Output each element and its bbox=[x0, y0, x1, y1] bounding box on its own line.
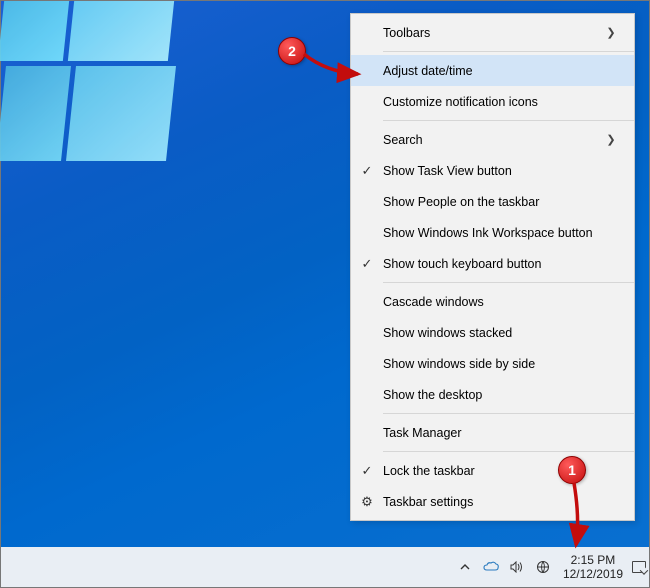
menu-item-toolbars[interactable]: Toolbars❯ bbox=[351, 17, 634, 48]
system-tray[interactable] bbox=[451, 547, 557, 587]
menu-item-label: Show windows stacked bbox=[383, 326, 620, 340]
annotation-badge-2: 2 bbox=[278, 37, 306, 65]
menu-item-label: Search bbox=[383, 133, 602, 147]
taskbar-date: 12/12/2019 bbox=[563, 567, 623, 581]
menu-item-label: Adjust date/time bbox=[383, 64, 620, 78]
menu-item-cascade-windows[interactable]: Cascade windows bbox=[351, 286, 634, 317]
menu-item-show-touch-keyboard-button[interactable]: ✓Show touch keyboard button bbox=[351, 248, 634, 279]
network-icon[interactable] bbox=[535, 559, 551, 575]
menu-item-label: Toolbars bbox=[383, 26, 602, 40]
menu-item-label: Taskbar settings bbox=[383, 495, 620, 509]
onedrive-icon[interactable] bbox=[483, 559, 499, 575]
check-icon: ✓ bbox=[351, 256, 383, 272]
menu-item-label: Task Manager bbox=[383, 426, 620, 440]
taskbar-context-menu: Toolbars❯Adjust date/timeCustomize notif… bbox=[350, 13, 635, 521]
action-center-icon[interactable] bbox=[629, 547, 649, 587]
menu-item-task-manager[interactable]: Task Manager bbox=[351, 417, 634, 448]
menu-item-show-windows-stacked[interactable]: Show windows stacked bbox=[351, 317, 634, 348]
annotation-badge-1: 1 bbox=[558, 456, 586, 484]
taskbar-time: 2:15 PM bbox=[571, 553, 616, 567]
menu-item-label: Show the desktop bbox=[383, 388, 620, 402]
taskbar-clock[interactable]: 2:15 PM 12/12/2019 bbox=[557, 553, 629, 581]
gear-icon: ⚙ bbox=[351, 494, 383, 510]
menu-item-taskbar-settings[interactable]: ⚙Taskbar settings bbox=[351, 486, 634, 517]
menu-item-show-windows-side-by-side[interactable]: Show windows side by side bbox=[351, 348, 634, 379]
windows-logo bbox=[1, 1, 191, 166]
menu-separator bbox=[383, 282, 634, 283]
chevron-right-icon: ❯ bbox=[602, 133, 620, 146]
menu-item-label: Show Task View button bbox=[383, 164, 620, 178]
menu-separator bbox=[383, 120, 634, 121]
menu-item-show-windows-ink-workspace-button[interactable]: Show Windows Ink Workspace button bbox=[351, 217, 634, 248]
menu-item-lock-the-taskbar[interactable]: ✓Lock the taskbar bbox=[351, 455, 634, 486]
menu-item-label: Show windows side by side bbox=[383, 357, 620, 371]
volume-icon[interactable] bbox=[509, 559, 525, 575]
check-icon: ✓ bbox=[351, 163, 383, 179]
menu-item-show-the-desktop[interactable]: Show the desktop bbox=[351, 379, 634, 410]
menu-separator bbox=[383, 451, 634, 452]
menu-item-label: Show touch keyboard button bbox=[383, 257, 620, 271]
menu-item-customize-notification-icons[interactable]: Customize notification icons bbox=[351, 86, 634, 117]
check-icon: ✓ bbox=[351, 463, 383, 479]
menu-item-label: Show People on the taskbar bbox=[383, 195, 620, 209]
menu-separator bbox=[383, 51, 634, 52]
tray-chevron-up-icon[interactable] bbox=[457, 559, 473, 575]
chevron-right-icon: ❯ bbox=[602, 26, 620, 39]
menu-item-label: Customize notification icons bbox=[383, 95, 620, 109]
menu-item-adjust-date-time[interactable]: Adjust date/time bbox=[351, 55, 634, 86]
taskbar[interactable]: 2:15 PM 12/12/2019 bbox=[1, 547, 649, 587]
menu-separator bbox=[383, 413, 634, 414]
menu-item-label: Cascade windows bbox=[383, 295, 620, 309]
menu-item-show-task-view-button[interactable]: ✓Show Task View button bbox=[351, 155, 634, 186]
menu-item-label: Show Windows Ink Workspace button bbox=[383, 226, 620, 240]
menu-item-search[interactable]: Search❯ bbox=[351, 124, 634, 155]
menu-item-show-people-on-the-taskbar[interactable]: Show People on the taskbar bbox=[351, 186, 634, 217]
